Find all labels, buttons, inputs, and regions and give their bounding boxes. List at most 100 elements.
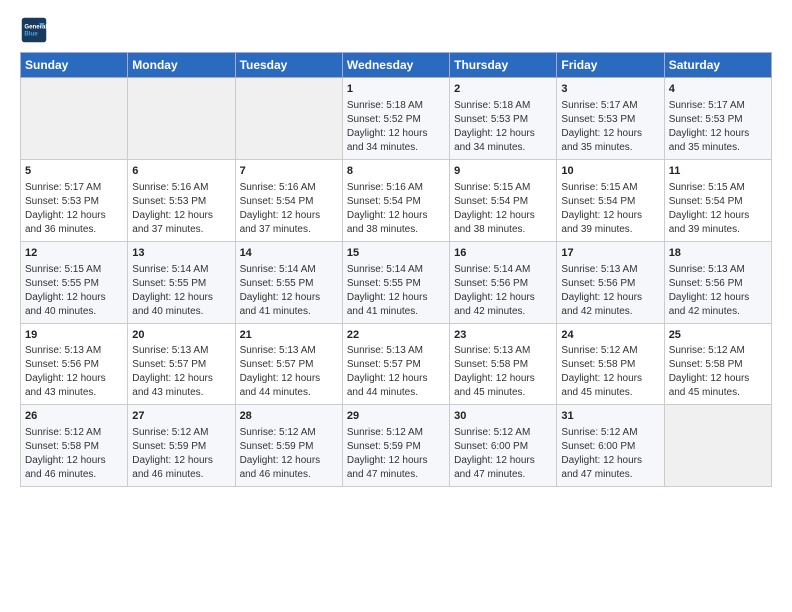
calendar-week-row: 26 Sunrise: 5:12 AM Sunset: 5:58 PM Dayli… — [21, 405, 772, 487]
day-content: Sunrise: 5:18 AM Sunset: 5:53 PM Dayligh… — [454, 99, 552, 155]
day-number: 19 — [25, 328, 123, 343]
svg-text:Blue: Blue — [24, 30, 38, 37]
day-number: 13 — [132, 246, 230, 261]
day-number: 18 — [669, 246, 767, 261]
calendar-cell: 29 Sunrise: 5:12 AM Sunset: 5:59 PM Dayli… — [342, 405, 449, 487]
day-number: 15 — [347, 246, 445, 261]
calendar-cell: 25Sunrise: 5:12 AM Sunset: 5:58 PM Dayli… — [664, 323, 771, 405]
calendar-week-row: 19Sunrise: 5:13 AM Sunset: 5:56 PM Dayli… — [21, 323, 772, 405]
day-number: 8 — [347, 164, 445, 179]
calendar-cell: 8 Sunrise: 5:16 AM Sunset: 5:54 PM Daylig… — [342, 159, 449, 241]
calendar-cell: 6Sunrise: 5:16 AM Sunset: 5:53 PM Daylig… — [128, 159, 235, 241]
day-number: 6 — [132, 164, 230, 179]
day-content: Sunrise: 5:12 AM Sunset: 5:58 PM Dayligh… — [25, 426, 123, 482]
header: General Blue — [20, 16, 772, 44]
day-content: Sunrise: 5:15 AM Sunset: 5:54 PM Dayligh… — [669, 181, 767, 237]
day-number: 10 — [561, 164, 659, 179]
logo-icon: General Blue — [20, 16, 48, 44]
header-day-tuesday: Tuesday — [235, 53, 342, 78]
day-content: Sunrise: 5:15 AM Sunset: 5:54 PM Dayligh… — [561, 181, 659, 237]
day-content: Sunrise: 5:12 AM Sunset: 5:59 PM Dayligh… — [240, 426, 338, 482]
calendar-cell: 26 Sunrise: 5:12 AM Sunset: 5:58 PM Dayli… — [21, 405, 128, 487]
calendar-cell: 5 Sunrise: 5:17 AM Sunset: 5:53 PM Daylig… — [21, 159, 128, 241]
calendar-cell: 20Sunrise: 5:13 AM Sunset: 5:57 PM Dayli… — [128, 323, 235, 405]
calendar-cell — [21, 78, 128, 160]
day-content: Sunrise: 5:16 AM Sunset: 5:54 PM Dayligh… — [240, 181, 338, 237]
day-number: 7 — [240, 164, 338, 179]
day-number: 1 — [347, 82, 445, 97]
day-number: 29 — [347, 409, 445, 424]
day-content: Sunrise: 5:17 AM Sunset: 5:53 PM Dayligh… — [669, 99, 767, 155]
day-number: 12 — [25, 246, 123, 261]
day-number: 28 — [240, 409, 338, 424]
calendar-cell: 9Sunrise: 5:15 AM Sunset: 5:54 PM Daylig… — [450, 159, 557, 241]
day-content: Sunrise: 5:15 AM Sunset: 5:54 PM Dayligh… — [454, 181, 552, 237]
day-number: 11 — [669, 164, 767, 179]
day-content: Sunrise: 5:12 AM Sunset: 6:00 PM Dayligh… — [561, 426, 659, 482]
day-content: Sunrise: 5:13 AM Sunset: 5:57 PM Dayligh… — [240, 344, 338, 400]
header-day-friday: Friday — [557, 53, 664, 78]
header-day-wednesday: Wednesday — [342, 53, 449, 78]
svg-text:General: General — [24, 23, 47, 30]
calendar-cell: 11 Sunrise: 5:15 AM Sunset: 5:54 PM Dayli… — [664, 159, 771, 241]
calendar-cell: 4 Sunrise: 5:17 AM Sunset: 5:53 PM Daylig… — [664, 78, 771, 160]
calendar-cell: 15Sunrise: 5:14 AM Sunset: 5:55 PM Dayli… — [342, 241, 449, 323]
calendar-cell: 28 Sunrise: 5:12 AM Sunset: 5:59 PM Dayli… — [235, 405, 342, 487]
calendar-cell — [235, 78, 342, 160]
calendar-cell: 27Sunrise: 5:12 AM Sunset: 5:59 PM Dayli… — [128, 405, 235, 487]
day-content: Sunrise: 5:17 AM Sunset: 5:53 PM Dayligh… — [561, 99, 659, 155]
header-day-saturday: Saturday — [664, 53, 771, 78]
day-content: Sunrise: 5:15 AM Sunset: 5:55 PM Dayligh… — [25, 263, 123, 319]
calendar-cell: 16 Sunrise: 5:14 AM Sunset: 5:56 PM Dayli… — [450, 241, 557, 323]
day-content: Sunrise: 5:14 AM Sunset: 5:55 PM Dayligh… — [132, 263, 230, 319]
calendar-cell: 24Sunrise: 5:12 AM Sunset: 5:58 PM Dayli… — [557, 323, 664, 405]
calendar-week-row: 1Sunrise: 5:18 AM Sunset: 5:52 PM Daylig… — [21, 78, 772, 160]
day-content: Sunrise: 5:13 AM Sunset: 5:56 PM Dayligh… — [561, 263, 659, 319]
day-number: 25 — [669, 328, 767, 343]
header-day-thursday: Thursday — [450, 53, 557, 78]
day-number: 26 — [25, 409, 123, 424]
day-number: 5 — [25, 164, 123, 179]
day-content: Sunrise: 5:14 AM Sunset: 5:55 PM Dayligh… — [240, 263, 338, 319]
day-number: 14 — [240, 246, 338, 261]
day-number: 21 — [240, 328, 338, 343]
logo: General Blue — [20, 16, 52, 44]
calendar-week-row: 12 Sunrise: 5:15 AM Sunset: 5:55 PM Dayli… — [21, 241, 772, 323]
day-content: Sunrise: 5:14 AM Sunset: 5:56 PM Dayligh… — [454, 263, 552, 319]
day-number: 17 — [561, 246, 659, 261]
calendar-cell: 17 Sunrise: 5:13 AM Sunset: 5:56 PM Dayli… — [557, 241, 664, 323]
day-number: 22 — [347, 328, 445, 343]
calendar-header-row: SundayMondayTuesdayWednesdayThursdayFrid… — [21, 53, 772, 78]
day-number: 16 — [454, 246, 552, 261]
day-number: 30 — [454, 409, 552, 424]
calendar-cell: 22Sunrise: 5:13 AM Sunset: 5:57 PM Dayli… — [342, 323, 449, 405]
day-content: Sunrise: 5:13 AM Sunset: 5:57 PM Dayligh… — [132, 344, 230, 400]
day-content: Sunrise: 5:13 AM Sunset: 5:56 PM Dayligh… — [25, 344, 123, 400]
day-content: Sunrise: 5:16 AM Sunset: 5:54 PM Dayligh… — [347, 181, 445, 237]
calendar-cell: 31 Sunrise: 5:12 AM Sunset: 6:00 PM Dayli… — [557, 405, 664, 487]
calendar-cell: 14 Sunrise: 5:14 AM Sunset: 5:55 PM Dayli… — [235, 241, 342, 323]
day-content: Sunrise: 5:17 AM Sunset: 5:53 PM Dayligh… — [25, 181, 123, 237]
day-content: Sunrise: 5:12 AM Sunset: 5:58 PM Dayligh… — [561, 344, 659, 400]
day-content: Sunrise: 5:12 AM Sunset: 5:59 PM Dayligh… — [347, 426, 445, 482]
calendar-table: SundayMondayTuesdayWednesdayThursdayFrid… — [20, 52, 772, 487]
day-number: 31 — [561, 409, 659, 424]
calendar-cell: 7 Sunrise: 5:16 AM Sunset: 5:54 PM Daylig… — [235, 159, 342, 241]
calendar-cell — [664, 405, 771, 487]
day-number: 24 — [561, 328, 659, 343]
calendar-cell: 1Sunrise: 5:18 AM Sunset: 5:52 PM Daylig… — [342, 78, 449, 160]
day-content: Sunrise: 5:12 AM Sunset: 6:00 PM Dayligh… — [454, 426, 552, 482]
calendar-cell: 21Sunrise: 5:13 AM Sunset: 5:57 PM Dayli… — [235, 323, 342, 405]
day-content: Sunrise: 5:13 AM Sunset: 5:57 PM Dayligh… — [347, 344, 445, 400]
day-number: 4 — [669, 82, 767, 97]
calendar-cell: 18Sunrise: 5:13 AM Sunset: 5:56 PM Dayli… — [664, 241, 771, 323]
day-content: Sunrise: 5:12 AM Sunset: 5:58 PM Dayligh… — [669, 344, 767, 400]
calendar-cell: 3Sunrise: 5:17 AM Sunset: 5:53 PM Daylig… — [557, 78, 664, 160]
calendar-cell: 12 Sunrise: 5:15 AM Sunset: 5:55 PM Dayli… — [21, 241, 128, 323]
header-day-monday: Monday — [128, 53, 235, 78]
day-number: 23 — [454, 328, 552, 343]
calendar-cell: 13 Sunrise: 5:14 AM Sunset: 5:55 PM Dayli… — [128, 241, 235, 323]
calendar-cell: 2Sunrise: 5:18 AM Sunset: 5:53 PM Daylig… — [450, 78, 557, 160]
day-number: 20 — [132, 328, 230, 343]
calendar-cell: 10 Sunrise: 5:15 AM Sunset: 5:54 PM Dayli… — [557, 159, 664, 241]
